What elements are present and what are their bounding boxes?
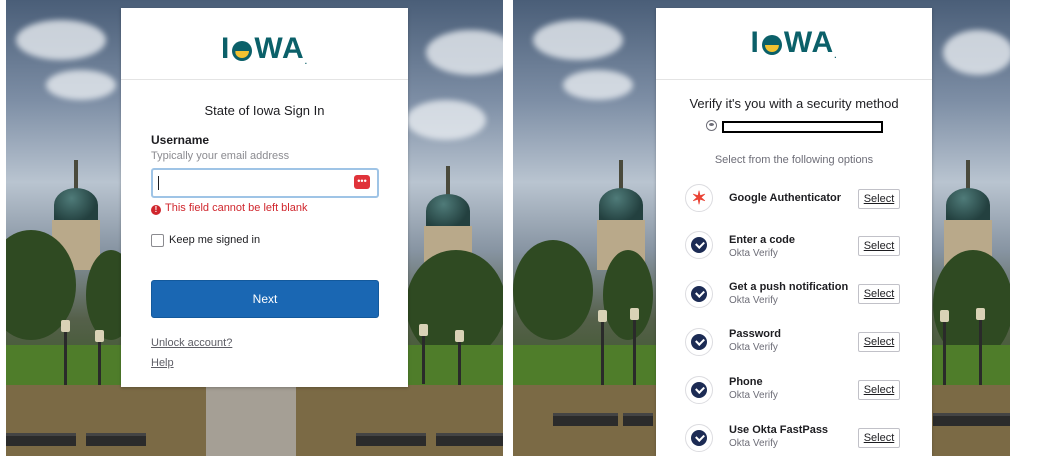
iowa-logo: I WA. [221, 32, 308, 66]
select-button-push-notification[interactable]: Select [858, 284, 900, 304]
select-button-password[interactable]: Select [858, 332, 900, 352]
verify-card: I WA. Verify it's you with a security met… [656, 8, 932, 456]
redacted-username [722, 121, 883, 133]
verify-title: Verify it's you with a security method [689, 96, 899, 111]
option-subtitle: Okta Verify [729, 295, 778, 306]
option-title: Use Okta FastPass [729, 424, 829, 436]
iowa-logo: I WA. [750, 26, 838, 60]
username-error-text: This field cannot be left blank [165, 202, 308, 214]
okta-verify-icon [685, 376, 713, 404]
iowa-logo-o-icon [232, 41, 253, 61]
sign-in-card: I WA. State of Iowa Sign In Username Typi… [121, 8, 408, 387]
select-button-okta-fastpass[interactable]: Select [858, 428, 900, 448]
option-title: Get a push notification [729, 281, 849, 293]
username-label: Username [151, 133, 210, 147]
option-title: Enter a code [729, 234, 796, 246]
select-button-google-authenticator[interactable]: Select [858, 189, 900, 209]
password-manager-icon[interactable]: ••• [354, 175, 370, 189]
help-link[interactable]: Help [151, 357, 174, 369]
keep-signed-in-checkbox[interactable] [151, 234, 164, 247]
keep-signed-in-label[interactable]: Keep me signed in [169, 234, 260, 246]
username-hint: Typically your email address [151, 150, 290, 162]
select-button-enter-code[interactable]: Select [858, 236, 900, 256]
option-title: Phone [729, 376, 763, 388]
okta-verify-icon [685, 231, 713, 259]
option-subtitle: Okta Verify [729, 438, 778, 449]
option-subtitle: Okta Verify [729, 248, 778, 259]
google-authenticator-icon: ✶ [685, 184, 713, 212]
sign-in-title: State of Iowa Sign In [204, 103, 325, 118]
error-icon: ! [151, 205, 161, 215]
option-subtitle: Okta Verify [729, 390, 778, 401]
username-input[interactable]: ••• [151, 168, 379, 198]
select-button-phone[interactable]: Select [858, 380, 900, 400]
verify-subtitle: Select from the following options [714, 154, 874, 166]
next-button[interactable]: Next [151, 280, 379, 318]
option-subtitle: Okta Verify [729, 342, 778, 353]
card-header: I WA. [656, 8, 932, 80]
iowa-logo-o-icon [761, 35, 782, 55]
option-title: Password [729, 328, 781, 340]
okta-verify-icon [685, 424, 713, 452]
okta-verify-icon [685, 280, 713, 308]
unlock-account-link[interactable]: Unlock account? [151, 337, 232, 349]
username-error: ! This field cannot be left blank [151, 202, 307, 215]
card-header: I WA. [121, 8, 408, 80]
option-title: Google Authenticator [729, 192, 842, 204]
user-icon [706, 120, 717, 131]
okta-verify-icon [685, 328, 713, 356]
text-caret [158, 176, 159, 190]
